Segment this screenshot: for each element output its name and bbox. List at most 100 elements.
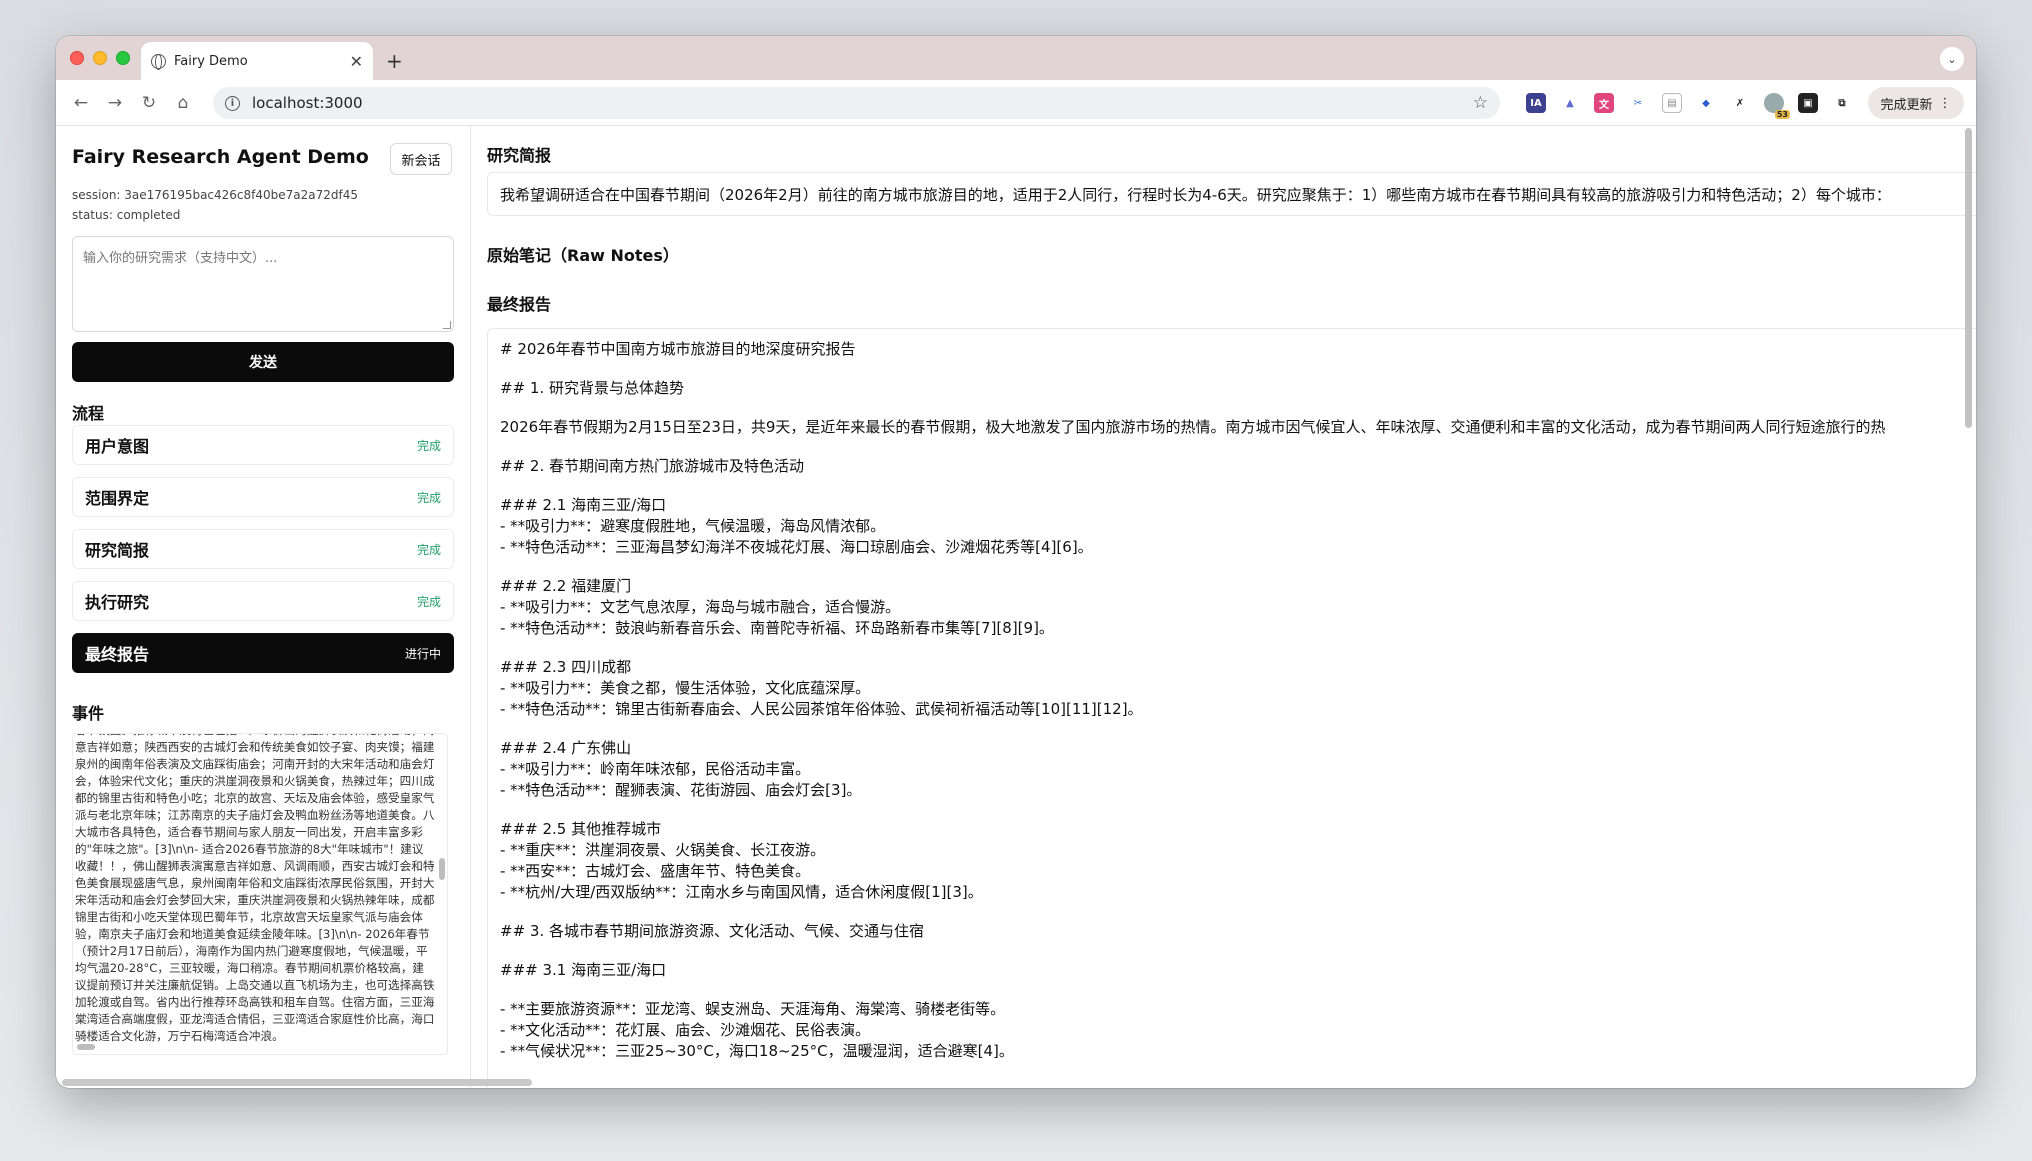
step-brief[interactable]: 研究简报 完成 (72, 529, 454, 569)
back-icon[interactable]: ← (68, 90, 94, 116)
address-bar[interactable]: i localhost:3000 ☆ (213, 87, 1500, 119)
resize-handle-icon[interactable] (443, 321, 451, 329)
step-user-intent[interactable]: 用户意图 完成 (72, 425, 454, 465)
final-report-heading: 最终报告 (487, 295, 552, 314)
browser-toolbar: ← → ↻ ⌂ i localhost:3000 ☆ IA ▲ 文 ✂ ▤ ◆ … (56, 80, 1976, 126)
final-report-box[interactable]: # 2026年春节中国南方城市旅游目的地深度研究报告 ## 1. 研究背景与总体趋… (487, 328, 1976, 1088)
step-research[interactable]: 执行研究 完成 (72, 581, 454, 621)
report-line (500, 981, 1974, 999)
report-line: 2026年春节假期为2月15日至23日，共9天，是近年来最长的春节假期，极大地激… (500, 418, 1886, 436)
report-line: - **吸引力**：岭南年味浓郁，民俗活动丰富。 (500, 760, 811, 778)
session-status: status: completed (72, 208, 181, 222)
events-hscrollbar[interactable] (77, 1044, 95, 1050)
flow-label: 流程 (72, 404, 105, 423)
report-line: ### 2.3 四川成都 (500, 658, 632, 676)
reload-icon[interactable]: ↻ (136, 90, 162, 116)
url-text[interactable]: localhost:3000 (252, 94, 1473, 112)
report-line: - **文化活动**：花灯展、庙会、沙滩烟花、民俗表演。 (500, 1021, 871, 1039)
step-status: 完成 (416, 542, 441, 557)
events-label: 事件 (72, 704, 105, 723)
report-line (500, 942, 1974, 960)
extension-badge-icon[interactable]: 53 (1764, 93, 1790, 119)
report-line (500, 360, 1974, 378)
report-line: - **吸引力**：文艺气息浓厚，海岛与城市融合，适合慢游。 (500, 598, 901, 616)
report-line: - **西安**：古城灯会、盛唐年节、特色美食。 (500, 862, 811, 880)
report-line (500, 801, 1974, 819)
report-line: ### 2.4 广东佛山 (500, 739, 632, 757)
report-line: - **特色活动**：三亚海昌梦幻海洋不夜城花灯展、海口琼剧庙会、沙滩烟花秀等[… (500, 538, 1093, 556)
site-info-icon[interactable]: i (225, 95, 240, 111)
report-content: # 2026年春节中国南方城市旅游目的地深度研究报告 ## 1. 研究背景与总体趋… (500, 339, 1974, 1062)
app-title: Fairy Research Agent Demo (72, 146, 369, 168)
raw-notes-heading[interactable]: 原始笔记（Raw Notes） (487, 242, 679, 266)
update-label: 完成更新 (1880, 97, 1933, 113)
report-line: - **特色活动**：醒狮表演、花街游园、庙会灯会[3]。 (500, 781, 862, 799)
report-line: ### 2.2 福建厦门 (500, 577, 632, 595)
report-line: ## 1. 研究背景与总体趋势 (500, 379, 684, 397)
report-line: - **特色活动**：锦里古街新春庙会、人民公园茶馆年俗体验、武侯祠祈福活动等[… (500, 700, 1143, 718)
close-window-button[interactable] (70, 51, 84, 65)
step-status: 进行中 (404, 646, 441, 661)
close-tab-icon[interactable]: ✕ (350, 52, 363, 71)
extension-scissors-icon[interactable]: ✂ (1628, 93, 1648, 113)
session-id: session: 3ae176195bac426c8f40be7a2a72df4… (72, 188, 359, 202)
bookmark-star-icon[interactable]: ☆ (1473, 93, 1488, 113)
query-input[interactable]: 输入你的研究需求（支持中文）... (72, 236, 454, 332)
brief-text: 我希望调研适合在中国春节期间（2026年2月）前往的南方城市旅游目的地，适用于2… (500, 185, 1891, 204)
step-name: 用户意图 (85, 437, 150, 456)
extension-cap-icon[interactable]: ◆ (1696, 93, 1716, 113)
tab-search-icon[interactable]: ⌄ (1940, 47, 1964, 71)
step-scope[interactable]: 范围界定 完成 (72, 477, 454, 517)
report-line (500, 903, 1974, 921)
step-name: 范围界定 (85, 489, 150, 508)
report-line: - **气候状况**：三亚25~30°C，海口18~25°C，温暖湿润，适合避寒… (500, 1042, 1014, 1060)
report-line (500, 477, 1974, 495)
report-line: ### 2.1 海南三亚/海口 (500, 496, 667, 514)
update-button[interactable]: 完成更新 ⋮ (1868, 87, 1964, 119)
globe-icon (151, 53, 166, 70)
events-text: 春节氛围。推荐城市及特色包括：广东佛山的醒狮表演和花街活动，寓意吉祥如意；陕西西… (75, 734, 435, 1043)
report-line (500, 438, 1974, 456)
report-line: ### 3.1 海南三亚/海口 (500, 961, 667, 979)
new-tab-icon[interactable]: + (386, 49, 403, 73)
events-scrollbar[interactable] (439, 858, 445, 880)
report-line: - **吸引力**：美食之都，慢生活体验，文化底蕴深厚。 (500, 679, 871, 697)
more-menu-icon[interactable]: ⋮ (1939, 96, 1952, 111)
extension-pin-icon[interactable]: ▲ (1560, 93, 1580, 113)
forward-icon[interactable]: → (102, 90, 128, 116)
extensions-puzzle-icon[interactable]: ⧉ (1832, 93, 1852, 113)
step-name: 研究简报 (85, 541, 150, 560)
tab-fairy-demo[interactable]: Fairy Demo ✕ (141, 42, 373, 80)
step-final-report[interactable]: 最终报告 进行中 (72, 633, 454, 673)
extension-badge-count: 53 (1774, 110, 1790, 119)
report-line (500, 720, 1974, 738)
events-log[interactable]: 春节氛围。推荐城市及特色包括：广东佛山的醒狮表演和花街活动，寓意吉祥如意；陕西西… (72, 733, 448, 1055)
new-session-button[interactable]: 新会话 (390, 143, 452, 175)
report-line: - **吸引力**：避寒度假胜地，气候温暖，海岛风情浓郁。 (500, 517, 886, 535)
window-controls (70, 51, 130, 65)
minimize-window-button[interactable] (93, 51, 107, 65)
report-line: ### 2.5 其他推荐城市 (500, 820, 662, 838)
page-vertical-scrollbar[interactable] (1965, 128, 1972, 428)
report-line: - **重庆**：洪崖洞夜景、火锅美食、长江夜游。 (500, 841, 826, 859)
step-status: 完成 (416, 490, 441, 505)
main-panel: 研究简报 我希望调研适合在中国春节期间（2026年2月）前往的南方城市旅游目的地… (472, 126, 1976, 1088)
home-icon[interactable]: ⌂ (170, 90, 196, 116)
extension-translate-icon[interactable]: 文 (1594, 93, 1614, 113)
extension-dark-icon[interactable]: ▣ (1798, 93, 1818, 113)
query-placeholder: 输入你的研究需求（支持中文）... (83, 251, 278, 266)
step-name: 执行研究 (85, 593, 150, 612)
send-button[interactable]: 发送 (72, 342, 454, 382)
brief-heading: 研究简报 (487, 146, 552, 165)
report-line: - **杭州/大理/西双版纳**：江南水乡与南国风情，适合休闲度假[1][3]。 (500, 883, 983, 901)
zoom-window-button[interactable] (116, 51, 130, 65)
extension-x-icon[interactable]: ✗ (1730, 93, 1750, 113)
step-status: 完成 (416, 438, 441, 453)
extension-ia-icon[interactable]: IA (1526, 93, 1546, 113)
page-horizontal-scrollbar[interactable] (62, 1079, 532, 1086)
report-line: - **主要旅游资源**：亚龙湾、蜈支洲岛、天涯海角、海棠湾、骑楼老街等。 (500, 1000, 1006, 1018)
report-line (500, 399, 1974, 417)
sidebar: Fairy Research Agent Demo 新会话 session: 3… (56, 126, 471, 1088)
brief-box: 我希望调研适合在中国春节期间（2026年2月）前往的南方城市旅游目的地，适用于2… (487, 172, 1976, 216)
extension-doc-icon[interactable]: ▤ (1662, 93, 1682, 113)
